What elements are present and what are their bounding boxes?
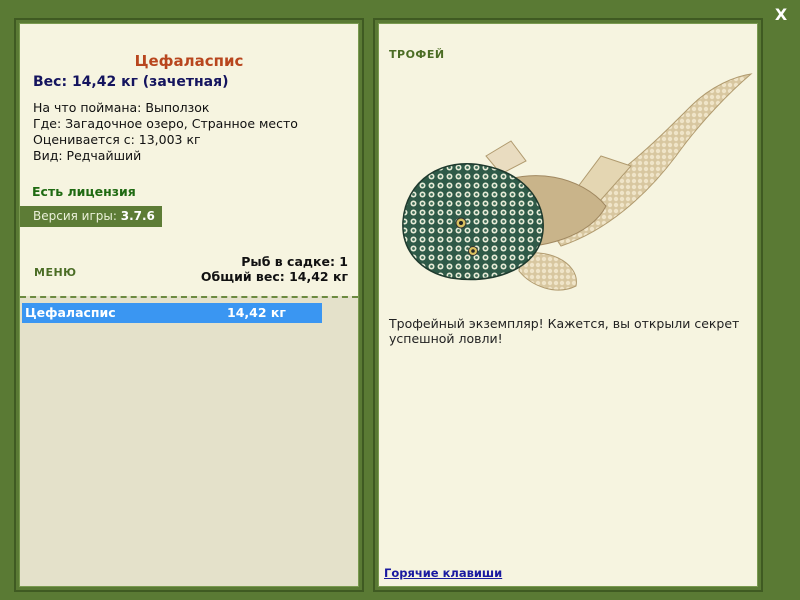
game-window: X Цефаласпис Вес: 14,42 кг (зачетная) На… [0,0,800,600]
total-weight: Общий вес: 14,42 кг [200,269,348,284]
cage-fish-list: Цефаласпис 14,42 кг [22,303,322,323]
fish-info-block: Цефаласпис Вес: 14,42 кг (зачетная) На ч… [20,24,358,296]
left-panel: Цефаласпис Вес: 14,42 кг (зачетная) На ч… [19,23,359,587]
list-item-name: Цефаласпис [25,305,116,320]
fish-title: Цефаласпис [134,52,244,70]
version-label: Версия игры: [33,209,117,223]
location-line: Где: Загадочное озеро, Странное место [33,116,298,131]
cage-stats: Рыб в садке: 1 Общий вес: 14,42 кг [201,254,348,284]
menu-button[interactable]: МЕНЮ [34,266,77,279]
left-panel-frame: Цефаласпис Вес: 14,42 кг (зачетная) На ч… [14,18,364,592]
list-item-weight: 14,42 кг [227,305,286,320]
right-panel: ТРОФЕЙ Трофейный экземпляр! Кажется, вы … [378,23,758,587]
close-button[interactable]: X [772,6,790,24]
license-status: Есть лицензия [32,184,136,199]
trophy-label: ТРОФЕЙ [389,48,445,61]
version-bar: Версия игры: 3.7.6 [20,206,162,227]
caught-on-line: На что поймана: Выползок [33,100,210,115]
right-panel-frame: ТРОФЕЙ Трофейный экземпляр! Кажется, вы … [373,18,763,592]
fish-count: Рыб в садке: 1 [241,254,348,269]
list-item[interactable]: Цефаласпис 14,42 кг [22,303,322,323]
fish-image [402,73,753,291]
version-value: 3.7.6 [120,209,155,223]
divider [20,296,358,298]
trophy-description: Трофейный экземпляр! Кажется, вы открыли… [389,316,740,346]
kind-line: Вид: Редчайший [33,148,142,163]
hotkeys-link[interactable]: Горячие клавиши [384,566,502,580]
fish-weight: Вес: 14,42 кг (зачетная) [33,74,229,90]
valued-from-line: Оценивается с: 13,003 кг [33,132,201,147]
